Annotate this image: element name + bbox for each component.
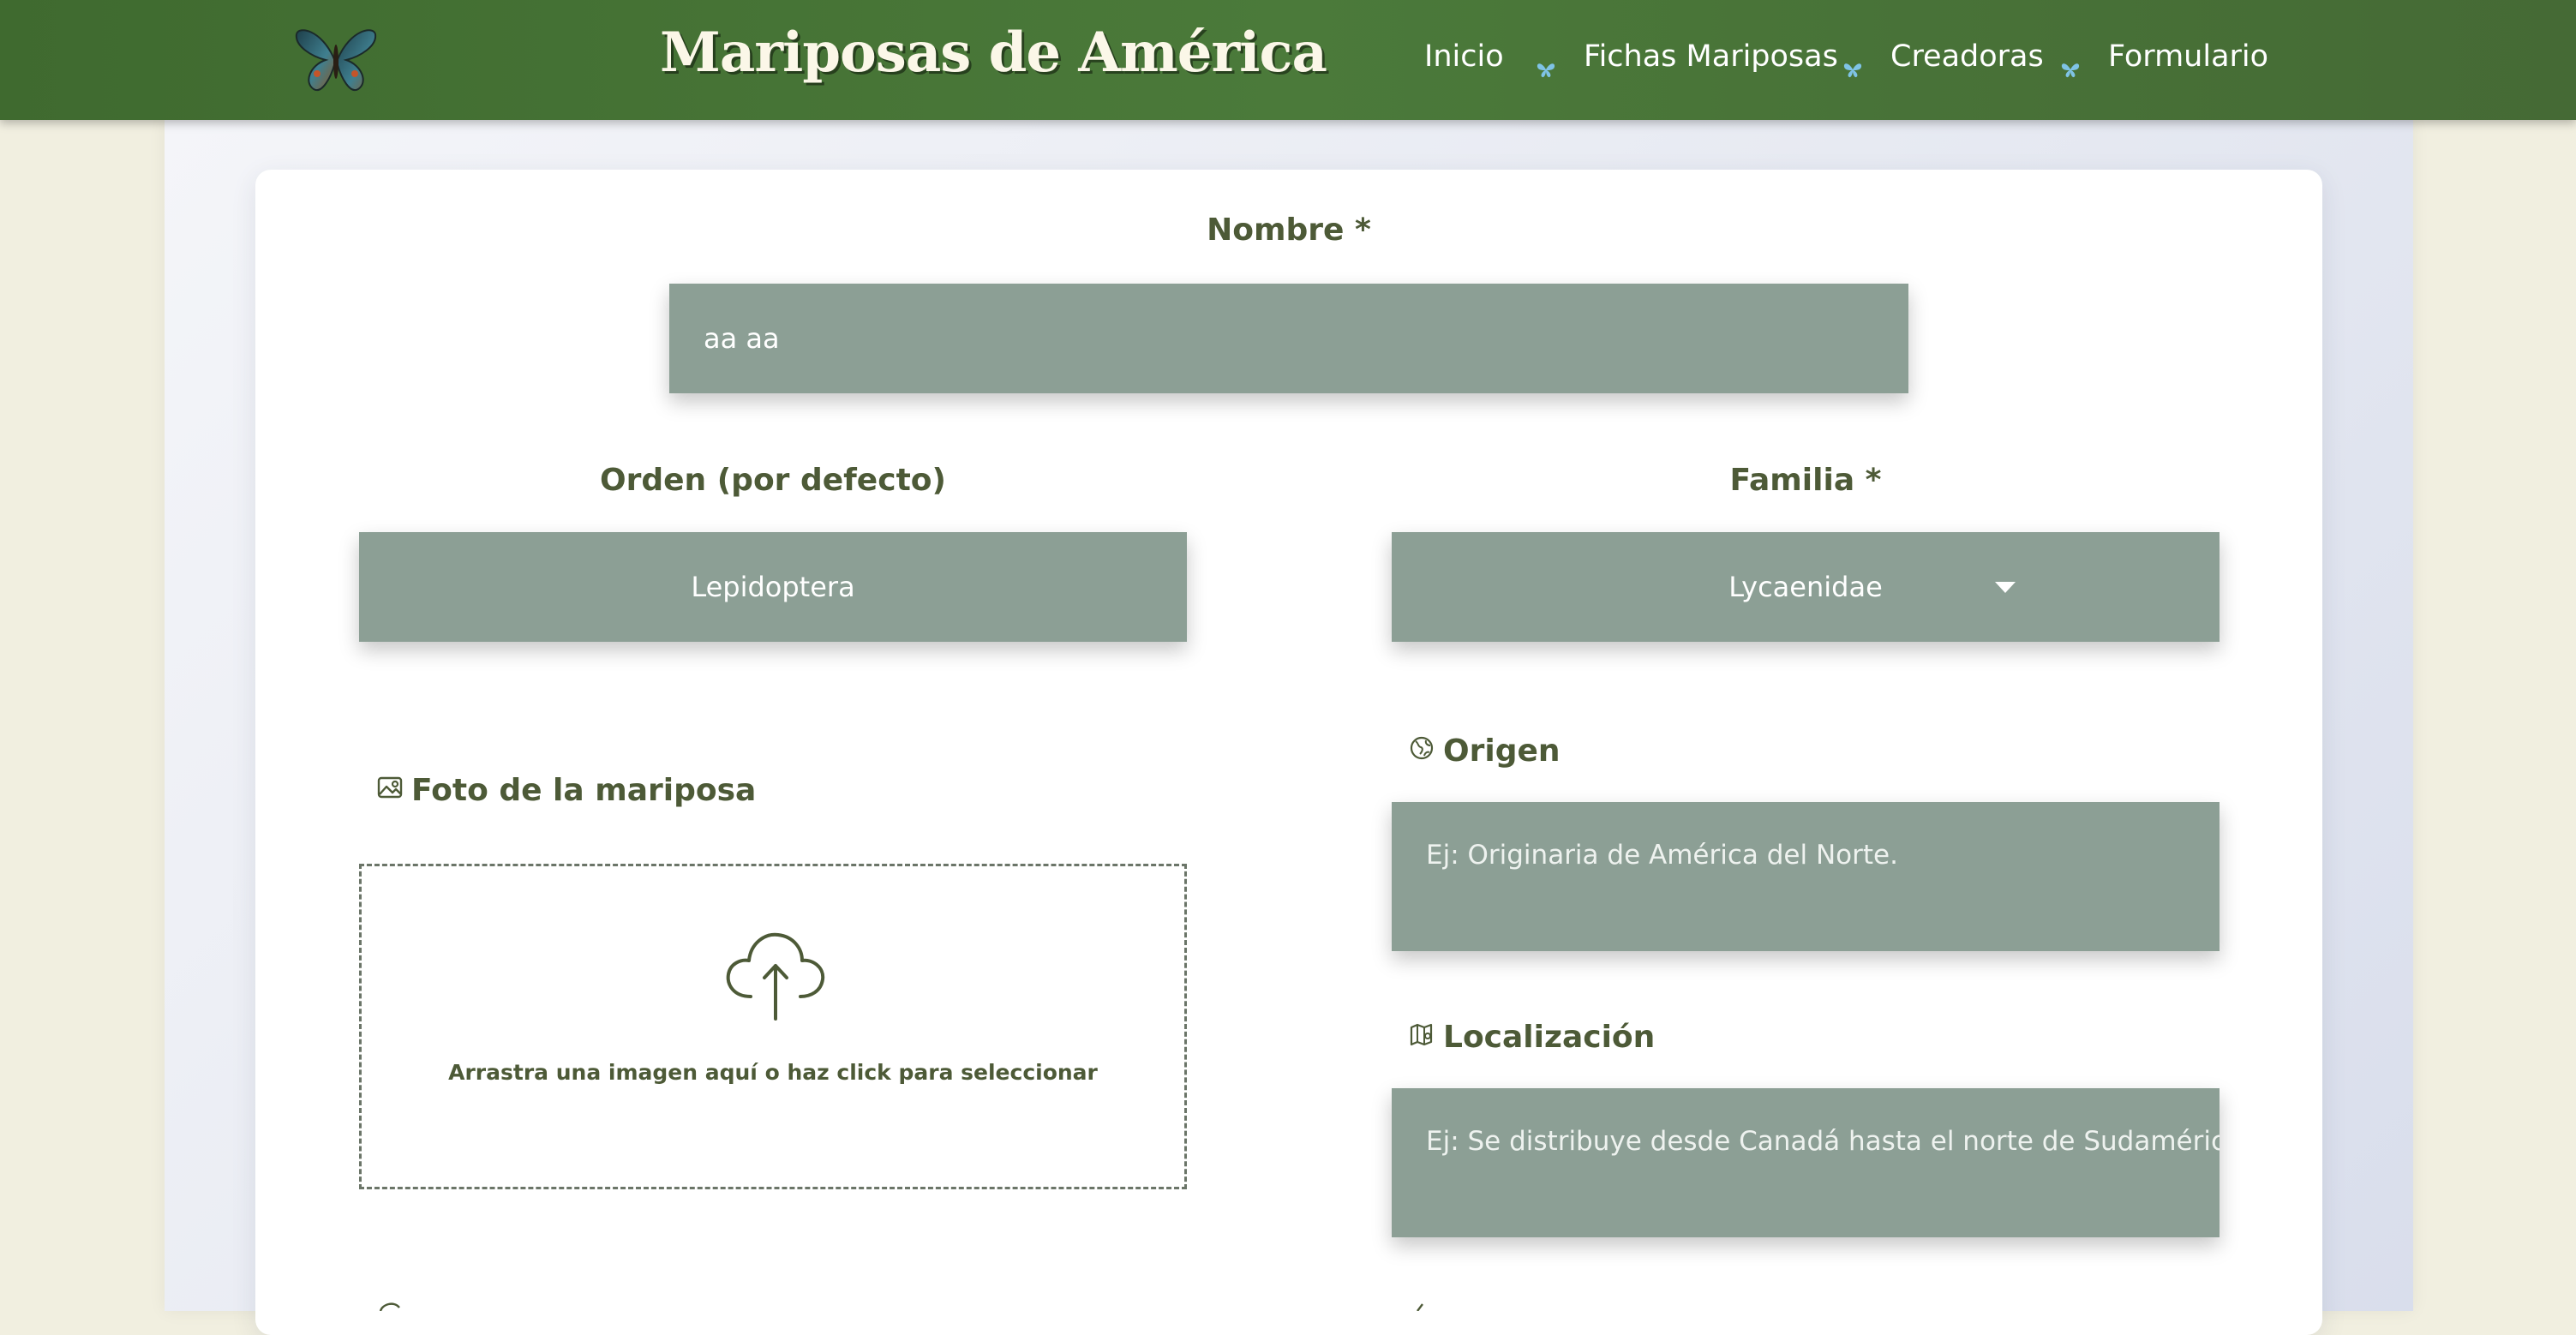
butterfly-divider-icon [1843, 63, 1862, 78]
familia-label: Familia * [1729, 463, 1882, 498]
nav-formulario[interactable]: Formulario [2108, 39, 2268, 74]
nombre-label: Nombre * [1207, 213, 1371, 248]
chevron-down-icon[interactable] [1995, 582, 2016, 593]
nav-inicio[interactable]: Inicio [1424, 39, 1504, 74]
familia-select[interactable]: Lycaenidae [1392, 532, 2220, 642]
globe-icon [1410, 736, 1434, 760]
orden-field: Lepidoptera [359, 532, 1187, 642]
nav-creadoras[interactable]: Creadoras [1890, 39, 2044, 74]
image-icon [377, 776, 403, 799]
orden-label: Orden (por defecto) [600, 463, 946, 498]
localizacion-textarea[interactable]: Ej: Se distribuye desde Canadá hasta el … [1392, 1088, 2220, 1237]
origen-label: Origen [1443, 733, 1561, 769]
butterfly-divider-icon [2061, 63, 2080, 78]
butterfly-divider-icon [1537, 63, 1555, 78]
localizacion-label: Localización [1443, 1020, 1656, 1055]
upload-cloud-icon [726, 932, 825, 1021]
nav-fichas-mariposas[interactable]: Fichas Mariposas [1584, 39, 1838, 74]
partial-icon [379, 1302, 400, 1311]
photo-dropzone[interactable]: Arrastra una imagen aquí o haz click par… [359, 864, 1187, 1189]
familia-selected-value: Lycaenidae [1728, 571, 1883, 603]
foto-label: Foto de la mariposa [411, 773, 757, 808]
butterfly-logo-icon[interactable] [291, 21, 380, 98]
map-icon [1410, 1023, 1433, 1046]
nombre-input[interactable]: aa aa [669, 284, 1908, 393]
site-header: Mariposas de América Inicio Fichas Marip… [0, 0, 2576, 120]
origen-textarea[interactable]: Ej: Originaria de América del Norte. [1392, 802, 2220, 951]
site-title: Mariposas de América [660, 21, 1327, 85]
dropzone-text: Arrastra una imagen aquí o haz click par… [448, 1060, 1098, 1085]
partial-icon [1417, 1303, 1423, 1311]
